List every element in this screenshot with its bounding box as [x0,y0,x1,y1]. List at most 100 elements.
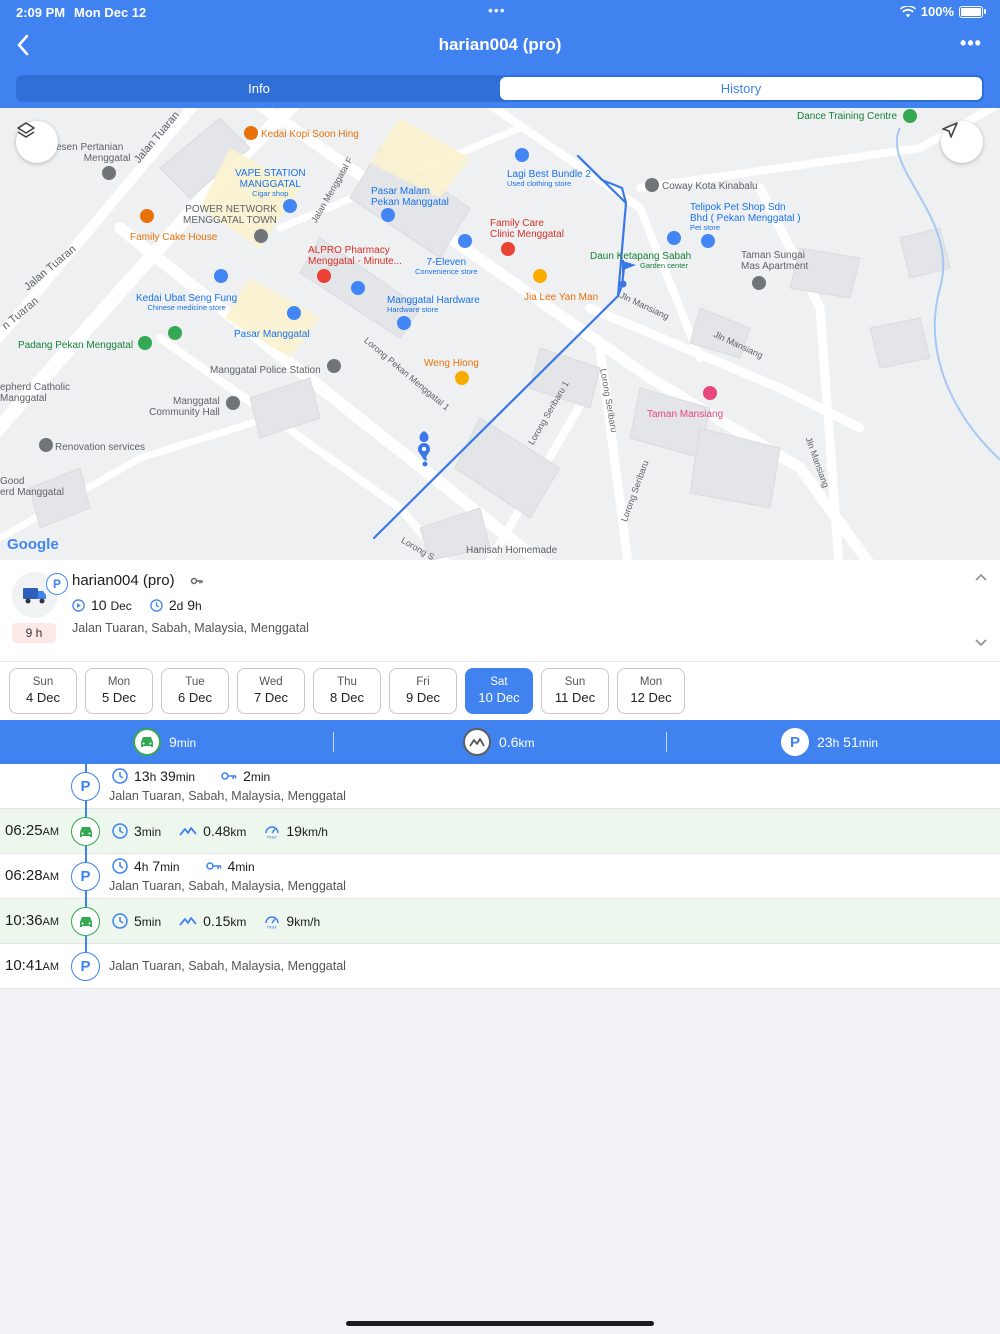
map-label-jia-lee: Jia Lee Yan Man [524,292,599,303]
tab-history[interactable]: History [500,77,982,100]
clock-icon [112,858,128,874]
map-label-padang: Padang Pekan Menggatal [18,340,134,351]
clock-icon [112,913,128,929]
timeline-row-park[interactable]: 10:41AM P Jalan Tuaran, Sabah, Malaysia,… [0,944,1000,989]
map-label-power-network: POWER NETWORK MENGGATAL TOWN [183,204,277,226]
park-address: Jalan Tuaran, Sabah, Malaysia, Menggatal [109,959,346,973]
vehicle-address: Jalan Tuaran, Sabah, Malaysia, Menggatal [72,621,309,635]
route-map[interactable]: Dance Training Centre Kedai Kopi Soon Hi… [0,108,1000,560]
key-icon [190,577,203,585]
status-right: 100% [899,4,986,19]
multitasking-dots-icon[interactable]: ••• [488,2,506,18]
distance-icon [463,728,491,756]
distance-icon [179,827,197,836]
day-pill[interactable]: Thu 8 Dec [313,668,381,714]
parked-status-badge: P [46,573,68,595]
car-icon [71,907,100,936]
timeline-row-park[interactable]: P 13h 39min 2min Jalan Tuaran, Sabah, Ma… [0,764,1000,809]
day-pill[interactable]: Mon 5 Dec [85,668,153,714]
status-time: 2:09 PM [16,5,66,20]
map-label-pasar-malam: Pasar Malam Pekan Manggatal [371,186,449,208]
map-label-kedai-ubat: Kedai Ubat Seng Fung Chinese medicine sto… [136,293,238,312]
more-options-button[interactable]: ••• [958,30,984,56]
clock-icon [150,598,163,612]
layers-icon [17,122,35,138]
battery-icon [959,5,983,18]
map-label-hanisah: Hanisah Homemade [466,545,558,556]
day-pill[interactable]: Fri 9 Dec [389,668,457,714]
map-label-kedai-kopi: Kedai Kopi Soon Hing [261,129,359,140]
vehicle-meta: 10 Dec 2d 9h [72,597,202,613]
date-selector: Sun 4 Dec Mon 5 Dec Tue 6 Dec Wed 7 Dec Thu 8… [0,662,1000,720]
map-label-good: Good erd Manggatal [0,476,64,498]
app-header: 2:09 PM Mon Dec 12 ••• 100% harian004 (p… [0,0,1000,108]
car-icon [71,817,100,846]
map-label-weng-hiong: Weng Hiong [424,358,479,369]
vehicle-date-num: 10 [91,597,107,613]
page-title: harian004 (pro) [438,35,562,54]
row-time: 10:36AM [5,912,60,929]
max-speed-icon: max [265,826,280,840]
map-label-manggatal-hw: Manggatal Hardware Hardware store [387,295,480,314]
distance-icon [179,917,197,926]
map-label-police: Manggatal Police Station [210,365,321,376]
map-label-lagi-best: Lagi Best Bundle 2 Used clothing store [507,169,591,188]
map-label-coway: Coway Kota Kinabalu [662,181,758,192]
map-layers-button[interactable] [16,121,58,163]
map-locate-button[interactable] [941,121,983,163]
vehicle-date-mon: Dec [110,599,132,613]
map-canvas [0,108,1000,560]
park-address: Jalan Tuaran, Sabah, Malaysia, Menggatal [109,879,346,893]
day-pill[interactable]: Tue 6 Dec [161,668,229,714]
row-time: 06:28AM [5,867,60,884]
summary-distance: 0.6km [463,720,534,764]
day-pill-selected[interactable]: Sat 10 Dec [465,668,533,714]
max-speed-icon: max [265,916,280,930]
parking-icon: P [781,728,809,756]
status-date: Mon Dec 12 [74,5,147,20]
key-icon [205,862,221,870]
parking-icon: P [71,772,100,801]
day-pill[interactable]: Wed 7 Dec [237,668,305,714]
map-label-community-hall: Manggatal Community Hall [149,396,220,418]
map-label-renovation: Renovation services [55,442,146,453]
map-label-pertanian: esen Pertanian Menggatal [56,142,131,164]
vehicle-summary-card[interactable]: P 9 h harian004 (pro) 10 Dec 2d 9h Jalan… [0,560,1000,662]
timeline-row-drive[interactable]: 10:36AM 5min 0.15km max 9km/h [0,899,1000,944]
map-label-pasar-manggatal: Pasar Manggatal [234,329,310,340]
map-label-taman-sungai: Taman Sungai Mas Apartment [741,250,809,272]
day-pill[interactable]: Mon 12 Dec [617,668,685,714]
map-label-seven-eleven: 7-Eleven Convenience store [415,257,478,276]
map-label-telipok: Telipok Pet Shop Sdn Bhd ( Pekan Menggata… [690,202,801,232]
clock-icon [112,768,128,784]
clock-icon [112,823,128,839]
timeline-row-drive[interactable]: 06:25AM 3min 0.48km max 19km/h [0,809,1000,854]
map-label-vape: VAPE STATION MANGGATAL Cigar shop [235,168,306,198]
map-label-family-care: Family Care Clinic Menggatal [490,218,564,240]
svg-text:max: max [267,926,277,930]
google-logo: Google [7,536,59,553]
park-address: Jalan Tuaran, Sabah, Malaysia, Menggatal [109,789,346,803]
chevron-down-icon[interactable] [974,638,988,648]
row-time: 10:41AM [5,957,60,974]
map-label-daun: Daun Ketapang Sabah Garden center [590,251,692,270]
map-label-shepherd: epherd Catholic Manggatal [0,382,71,404]
play-circle-icon [72,598,85,612]
vehicle-name: harian004 (pro) [72,572,175,589]
chevron-up-icon[interactable] [974,572,988,582]
day-pill[interactable]: Sun 11 Dec [541,668,609,714]
summary-drive-time: 9min [133,720,196,764]
timeline-row-park[interactable]: 06:28AM P 4h 7min 4min Jalan Tuaran, Sab… [0,854,1000,899]
hours-badge: 9 h [12,623,56,643]
truck-icon [23,588,46,604]
row-time: 06:25AM [5,822,60,839]
tab-info[interactable]: Info [18,77,500,100]
home-indicator[interactable] [346,1321,654,1326]
parking-icon: P [71,952,100,981]
svg-text:max: max [267,836,277,840]
day-pill[interactable]: Sun 4 Dec [9,668,77,714]
summary-parked-time: P 23h 51min [781,720,878,764]
map-label-taman-mansiang: Taman Mansiang [647,409,724,420]
map-label-family-cake: Family Cake House [130,232,218,243]
map-label-dance: Dance Training Centre [797,111,898,122]
